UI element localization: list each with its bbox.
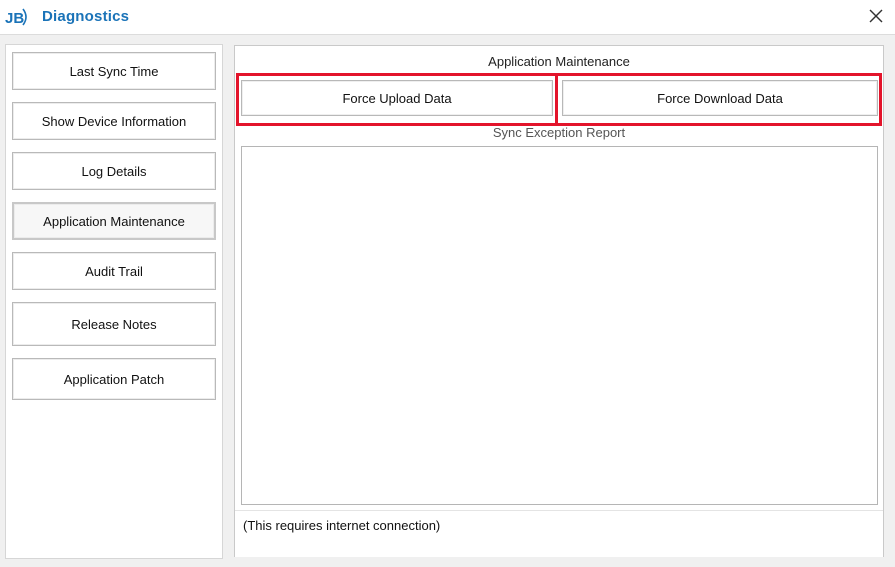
diagnostics-window: JB Diagnostics Last Sync Time Show Devic… <box>0 0 895 567</box>
sidebar-nav: Last Sync Time Show Device Information L… <box>5 44 223 559</box>
logo-text: JB <box>5 10 24 27</box>
sidebar-item-application-maintenance[interactable]: Application Maintenance <box>12 202 216 240</box>
internet-requirement-note: (This requires internet connection) <box>243 518 441 533</box>
sync-exception-report-area[interactable] <box>241 146 878 505</box>
force-upload-button[interactable]: Force Upload Data <box>241 80 553 116</box>
force-download-button[interactable]: Force Download Data <box>562 80 878 116</box>
sync-exception-report-label: Sync Exception Report <box>492 125 626 140</box>
title-bar: JB Diagnostics <box>0 0 895 35</box>
jb-logo-icon: JB <box>5 8 27 27</box>
sidebar-item-last-sync-time[interactable]: Last Sync Time <box>12 52 216 90</box>
close-icon[interactable] <box>864 4 888 28</box>
maintenance-panel: Application Maintenance Force Upload Dat… <box>234 45 884 557</box>
window-title: Diagnostics <box>42 8 130 25</box>
section-title: Application Maintenance <box>488 54 630 69</box>
sidebar-item-release-notes[interactable]: Release Notes <box>12 302 216 346</box>
sidebar-item-show-device-information[interactable]: Show Device Information <box>12 102 216 140</box>
sidebar-item-application-patch[interactable]: Application Patch <box>12 358 216 400</box>
sidebar-item-log-details[interactable]: Log Details <box>12 152 216 190</box>
sidebar-item-audit-trail[interactable]: Audit Trail <box>12 252 216 290</box>
